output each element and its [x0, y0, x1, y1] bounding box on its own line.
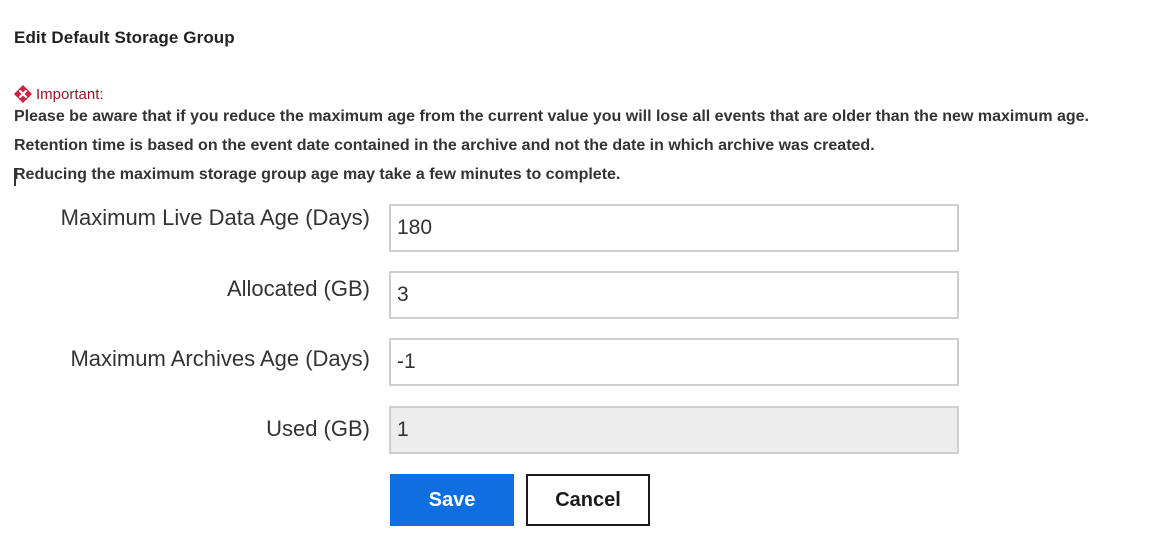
cancel-button[interactable]: Cancel [526, 474, 650, 526]
max-live-data-age-label: Maximum Live Data Age (Days) [60, 205, 370, 230]
warning-note-duration: Reducing the maximum storage group age m… [14, 166, 621, 183]
dialog-title: Edit Default Storage Group [14, 28, 235, 47]
error-diamond-icon [14, 85, 32, 103]
warning-note-data-loss: Please be aware that if you reduce the m… [14, 108, 1089, 125]
save-button[interactable]: Save [390, 474, 514, 526]
important-heading: Important: [14, 84, 104, 104]
max-archives-age-input[interactable] [389, 338, 959, 386]
used-label: Used (GB) [266, 416, 370, 441]
warning-note-retention: Retention time is based on the event dat… [14, 137, 875, 154]
max-live-data-age-input[interactable] [389, 204, 959, 252]
allocated-input[interactable] [389, 271, 959, 319]
allocated-label: Allocated (GB) [226, 276, 370, 301]
max-archives-age-label: Maximum Archives Age (Days) [70, 346, 370, 371]
used-input [389, 406, 959, 454]
important-label: Important: [36, 85, 104, 103]
